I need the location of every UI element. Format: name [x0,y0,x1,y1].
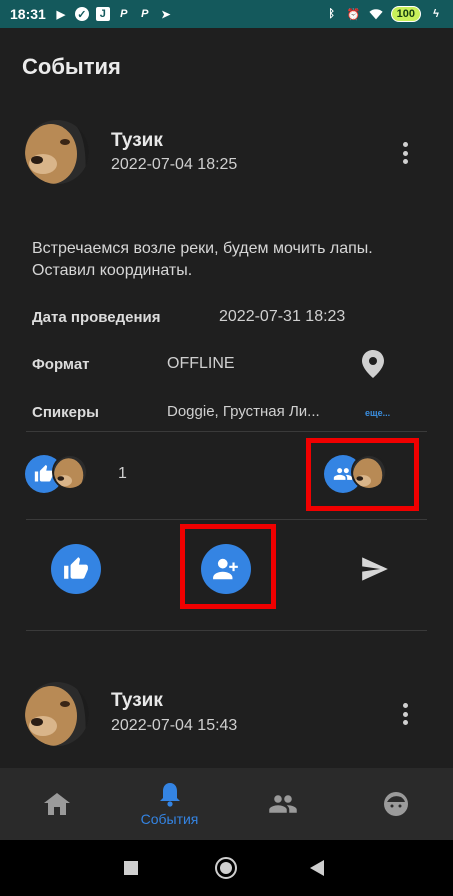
person-add-icon [213,558,238,580]
nav-people[interactable] [226,768,339,840]
nav-events[interactable]: События [113,768,226,840]
participant-avatar [351,454,387,490]
format-value: OFFLINE [167,355,235,372]
wifi-icon [369,7,383,21]
format-label: Формат [32,356,90,373]
home-icon [43,793,70,815]
telegram-icon: ➤ [161,8,171,21]
status-bar: 18:31 ▶ ✓ J P P ➤ ᛒ ⏰ 100 ϟ [0,0,453,28]
speakers-more-link[interactable]: еще... [365,408,390,418]
post-date: 2022-07-04 15:43 [111,717,238,734]
recent-apps-icon[interactable] [124,861,138,875]
share-button[interactable] [361,556,389,587]
speakers-label: Спикеры [32,404,99,421]
events-feed[interactable]: Тузик 2022-07-04 18:25 Встречаемся возле… [0,104,453,768]
more-options-icon[interactable] [395,701,415,727]
liker-avatar [52,454,88,490]
more-options-icon[interactable] [395,140,415,166]
author-name[interactable]: Тузик [111,130,163,152]
post-date: 2022-07-04 18:25 [111,156,238,173]
app-header: События [0,28,453,104]
bottom-navigation: События [0,768,453,840]
people-icon [268,795,297,813]
alarm-icon: ⏰ [346,8,361,21]
battery-icon: 100 [390,6,421,22]
j-app-icon: J [95,7,110,21]
event-date-value: 2022-07-31 18:23 [219,308,346,325]
nav-home[interactable] [0,768,113,840]
send-icon [362,557,388,581]
divider [26,630,427,631]
author-avatar[interactable] [25,682,89,746]
divider [26,519,427,520]
location-pin-icon[interactable] [362,350,384,383]
p-app-icon: P [141,8,149,20]
author-name[interactable]: Тузик [111,690,163,712]
page-title: События [22,54,121,79]
author-avatar[interactable] [25,120,89,184]
bell-icon [159,783,180,807]
face-icon [383,792,408,816]
play-icon: ▶ [56,8,66,21]
nav-profile[interactable] [339,768,452,840]
thumb-up-icon [64,557,88,579]
post-text: Встречаемся возле реки, будем мочить лап… [32,240,373,279]
system-navigation-bar [0,840,453,896]
bluetooth-icon: ᛒ [328,8,335,20]
check-badge-icon: ✓ [74,7,89,21]
divider [26,431,427,432]
likes-count: 1 [118,465,127,482]
speakers-value: Doggie, Грустная Ли... [167,403,320,420]
event-date-label: Дата проведения [32,309,161,326]
join-event-button[interactable] [201,544,251,594]
nav-events-label: События [140,811,199,827]
status-time: 18:31 [10,6,46,22]
back-icon[interactable] [310,860,324,881]
p-app-icon: P [120,8,128,20]
home-system-icon[interactable] [215,857,237,879]
like-button[interactable] [51,544,101,594]
charging-icon: ϟ [433,8,439,20]
